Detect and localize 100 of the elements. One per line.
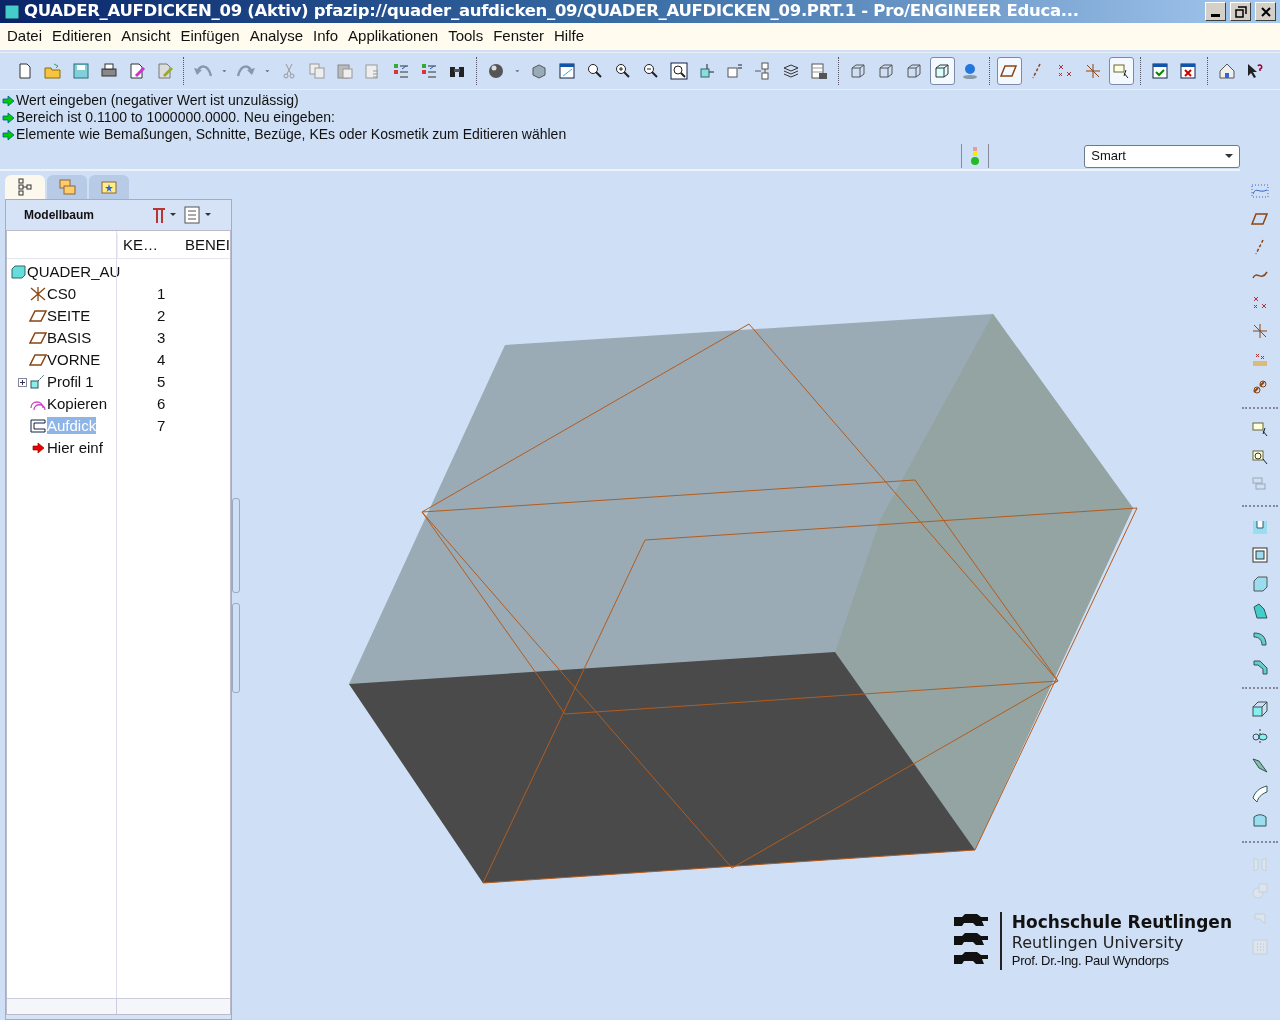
folders-icon xyxy=(58,178,76,196)
menu-item[interactable]: Editieren xyxy=(47,25,117,48)
close-icon xyxy=(1259,5,1272,18)
wireframe-cube-icon xyxy=(877,62,896,80)
list-icon xyxy=(183,206,213,224)
zoom-fit-icon xyxy=(670,62,689,80)
scrollbar[interactable] xyxy=(7,998,116,1014)
revolve-icon xyxy=(1251,728,1269,746)
menu-item[interactable]: Applikationen xyxy=(343,25,444,48)
printer-icon xyxy=(99,62,118,80)
plane-icon xyxy=(1251,210,1269,228)
wireframe-cube-icon xyxy=(905,62,924,80)
tree-item[interactable]: BASIS xyxy=(47,326,117,350)
show-button[interactable] xyxy=(183,206,213,224)
globe-icon xyxy=(961,62,980,80)
feature-number: 6 xyxy=(157,393,166,414)
menu-item[interactable]: Datei xyxy=(2,25,48,48)
cube-arrow-icon xyxy=(698,62,717,80)
menu-item[interactable]: Tools xyxy=(443,25,489,48)
tree-item[interactable]: SEITE xyxy=(47,304,117,328)
note-circle-icon xyxy=(1251,448,1269,466)
wireframe-cube-icon xyxy=(849,62,868,80)
note-icon xyxy=(1251,420,1269,438)
window-close-icon xyxy=(1179,62,1198,80)
part-icon xyxy=(10,265,26,279)
plus-icon xyxy=(19,378,26,386)
feature-number: 1 xyxy=(157,283,166,304)
shaded-cube-icon xyxy=(933,62,952,80)
tree-item[interactable]: Profil 1 xyxy=(47,370,117,394)
logo-title: Hochschule Reutlingen xyxy=(1011,912,1232,933)
hole-icon xyxy=(1251,518,1269,536)
close-button[interactable] xyxy=(1255,2,1276,21)
csys-icon xyxy=(1251,322,1269,340)
draft-icon xyxy=(1251,602,1269,620)
feature-number: 2 xyxy=(157,305,166,326)
menu-item[interactable]: Ansicht xyxy=(116,25,176,48)
app-icon xyxy=(4,3,20,20)
tree-item[interactable]: CS0 xyxy=(47,282,117,306)
table-camera-icon xyxy=(810,62,829,80)
rib-icon xyxy=(1251,574,1269,592)
extrude-icon xyxy=(1251,700,1269,718)
tree-item[interactable]: Hier einf xyxy=(47,436,117,460)
sphere-icon xyxy=(487,62,506,80)
checklist-icon xyxy=(420,62,439,80)
surface-icon xyxy=(1251,784,1269,802)
checklist-icon xyxy=(392,62,411,80)
message-text: Wert eingeben (negativer Wert ist unzulässig) xyxy=(16,92,299,109)
tools-icon xyxy=(151,206,177,224)
profile-icon xyxy=(29,374,47,390)
arrow-icon xyxy=(2,111,15,124)
logo-author: Prof. Dr.-Ing. Paul Wyndorps xyxy=(1011,952,1170,970)
csys-icon xyxy=(1084,62,1103,80)
thicken-icon xyxy=(29,418,47,434)
csys-icon xyxy=(29,286,47,302)
feature-number: 7 xyxy=(157,415,166,436)
chamfer-icon xyxy=(1251,658,1269,676)
tree-item[interactable]: QUADER_AU xyxy=(27,260,121,284)
feature-number: 4 xyxy=(157,349,166,370)
filter-dropdown[interactable]: Smart xyxy=(1084,144,1240,168)
panel-tab[interactable] xyxy=(89,175,129,199)
house-icon xyxy=(1218,62,1237,80)
menu-item[interactable]: Einfügen xyxy=(175,25,245,48)
minimize-icon xyxy=(1211,13,1220,17)
menu-item[interactable]: Info xyxy=(308,25,344,48)
document-eraser-icon xyxy=(155,62,174,80)
paste-icon xyxy=(336,62,355,80)
layers-icon xyxy=(782,62,801,80)
toolbar-button[interactable] xyxy=(996,57,1022,85)
plane-icon xyxy=(29,352,47,368)
arrow-icon xyxy=(2,128,15,141)
round-icon xyxy=(1251,630,1269,648)
restore-button[interactable] xyxy=(1230,2,1251,21)
restore-icon xyxy=(1234,5,1247,18)
column-header[interactable]: KE… xyxy=(117,233,177,258)
panel-title: Modellbaum xyxy=(24,207,94,224)
document-pen-icon xyxy=(127,62,146,80)
menu-item[interactable]: Analyse xyxy=(244,25,309,48)
minimize-button[interactable] xyxy=(1205,2,1226,21)
plane-icon xyxy=(1000,62,1019,80)
copy-icon xyxy=(308,62,327,80)
tree-structure-icon xyxy=(16,178,34,196)
note-icon xyxy=(1112,62,1131,80)
expand-toggle[interactable] xyxy=(18,377,27,387)
sketched-curve-icon xyxy=(1251,182,1269,200)
window-check-icon xyxy=(1151,62,1170,80)
chain-link-icon xyxy=(1251,378,1269,396)
sweep-icon xyxy=(1251,756,1269,774)
tree-item[interactable]: VORNE xyxy=(47,348,117,372)
panel-tab[interactable] xyxy=(5,175,45,199)
message-text: Elemente wie Bemaßungen, Schnitte, Bezüge, KEs oder Kosmetik zum Editieren wählen xyxy=(16,126,567,143)
window-icon xyxy=(558,62,577,80)
settings-button[interactable] xyxy=(151,206,177,224)
blend-icon xyxy=(1251,812,1269,830)
menu-item[interactable]: Hilfe xyxy=(549,25,590,48)
menu-item[interactable]: Fenster xyxy=(488,25,550,48)
scrollbar[interactable] xyxy=(116,998,230,1014)
column-header[interactable]: BENEI xyxy=(177,233,230,258)
plane-icon xyxy=(29,330,47,346)
tree-item[interactable]: Kopieren xyxy=(47,392,117,416)
logo-subtitle: Reutlingen University xyxy=(1011,933,1185,952)
